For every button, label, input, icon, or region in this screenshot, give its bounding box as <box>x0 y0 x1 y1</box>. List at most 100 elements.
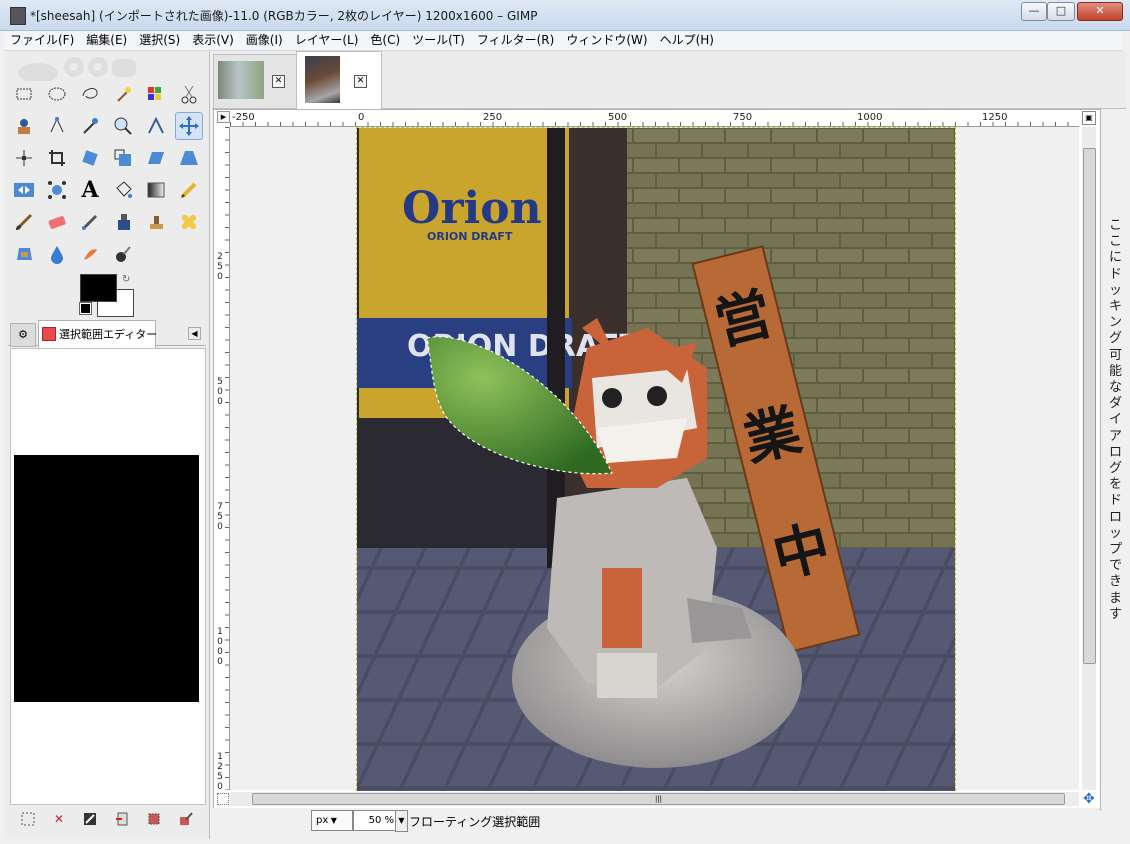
free-select-icon[interactable] <box>76 80 104 108</box>
unit-select[interactable]: px ▼ <box>311 810 353 831</box>
invert-selection-icon[interactable] <box>82 811 98 827</box>
poster-subtitle: ORION DRAFT <box>427 230 513 243</box>
menu-layer[interactable]: レイヤー(L) <box>289 31 365 50</box>
status-message: フローティング選択範囲 <box>409 815 541 829</box>
ruler-label: 0 <box>358 112 365 123</box>
menu-edit[interactable]: 編集(E) <box>80 31 133 50</box>
rect-select-icon[interactable] <box>10 80 38 108</box>
menu-tools[interactable]: ツール(T) <box>406 31 471 50</box>
unit-value: px <box>316 815 329 826</box>
menu-image[interactable]: 画像(I) <box>240 31 289 50</box>
selection-editor-label: 選択範囲エディター <box>59 328 158 341</box>
zoom-input[interactable]: 50 % <box>353 810 399 831</box>
menu-filters[interactable]: フィルター(R) <box>471 31 560 50</box>
paintbrush-icon[interactable] <box>10 208 38 236</box>
minimize-button[interactable]: — <box>1021 2 1047 21</box>
fuzzy-select-icon[interactable] <box>109 80 137 108</box>
menu-arrow-icon[interactable]: ▶ <box>217 111 230 123</box>
menu-help[interactable]: ヘルプ(H) <box>654 31 720 50</box>
image-canvas[interactable]: Orion ORION DRAFT ORION DRAFT 営 業 中 <box>356 127 956 791</box>
vertical-scroll-thumb[interactable] <box>1083 148 1096 664</box>
ruler-label: 250 <box>217 252 223 282</box>
blend-icon[interactable] <box>142 176 170 204</box>
chevron-down-icon[interactable]: ▼ <box>395 810 408 832</box>
bucket-fill-icon[interactable] <box>109 176 137 204</box>
thumbnail-1 <box>218 61 264 99</box>
close-tab-icon[interactable]: ✕ <box>272 75 285 88</box>
quick-mask-icon[interactable] <box>217 793 229 805</box>
ruler-label: 250 <box>483 112 503 123</box>
horizontal-scroll-thumb[interactable]: ||| <box>252 793 1065 805</box>
blur-icon[interactable] <box>43 240 71 268</box>
poster-brand: Orion <box>402 183 542 234</box>
default-colors-icon[interactable] <box>79 302 92 315</box>
select-all-icon[interactable] <box>20 811 36 827</box>
ruler-label: 1000 <box>217 627 223 667</box>
flip-icon[interactable] <box>10 176 38 204</box>
maximize-button[interactable]: □ <box>1047 2 1075 21</box>
paths-icon[interactable] <box>43 112 71 140</box>
scissors-icon[interactable] <box>175 80 203 108</box>
tool-options-tab[interactable]: ⚙ <box>10 323 36 347</box>
scale-icon[interactable] <box>109 144 137 172</box>
gimp-app-icon[interactable] <box>10 7 26 25</box>
close-button[interactable]: ✕ <box>1077 2 1123 21</box>
chevron-down-icon: ▼ <box>328 816 337 825</box>
ellipse-select-icon[interactable] <box>43 80 71 108</box>
ruler-label: 750 <box>217 502 223 532</box>
select-by-color-icon[interactable] <box>142 80 170 108</box>
selection-editor-icon <box>42 327 56 341</box>
menu-bar: ファイル(F) 編集(E) 選択(S) 表示(V) 画像(I) レイヤー(L) … <box>4 31 1122 51</box>
ruler-label: 500 <box>217 377 223 407</box>
foreground-color-swatch[interactable] <box>80 274 117 302</box>
menu-select[interactable]: 選択(S) <box>133 31 186 50</box>
ruler-label: 750 <box>733 112 753 123</box>
menu-windows[interactable]: ウィンドウ(W) <box>560 31 653 50</box>
zoom-icon[interactable] <box>109 112 137 140</box>
dock-menu-icon[interactable]: ◀ <box>188 327 201 340</box>
perspective-clone-icon[interactable] <box>10 240 38 268</box>
foreground-select-icon[interactable] <box>10 112 38 140</box>
perspective-icon[interactable] <box>175 144 203 172</box>
stroke-selection-icon[interactable] <box>178 811 194 827</box>
window-title: *[sheesah] (インポートされた画像)-11.0 (RGBカラー, 2枚… <box>30 9 538 23</box>
select-none-icon[interactable]: ✕ <box>51 811 67 827</box>
ruler-label: 500 <box>608 112 628 123</box>
maximize-icon: □ <box>1055 4 1067 17</box>
smudge-icon[interactable] <box>76 240 104 268</box>
ink-icon[interactable] <box>109 208 137 236</box>
zoom-image-icon[interactable]: ▣ <box>1082 111 1096 125</box>
ruler-label: -250 <box>232 112 255 123</box>
text-icon[interactable]: A <box>76 176 104 204</box>
rotate-icon[interactable] <box>76 144 104 172</box>
crop-icon[interactable] <box>43 144 71 172</box>
heal-icon[interactable] <box>175 208 203 236</box>
measure-icon[interactable] <box>142 112 170 140</box>
pencil-icon[interactable] <box>175 176 203 204</box>
menu-file[interactable]: ファイル(F) <box>4 31 80 50</box>
eraser-icon[interactable] <box>43 208 71 236</box>
clone-icon[interactable] <box>142 208 170 236</box>
align-icon[interactable] <box>10 144 38 172</box>
close-icon: ✕ <box>1095 4 1105 17</box>
shear-icon[interactable] <box>142 144 170 172</box>
save-to-channel-icon[interactable] <box>114 811 130 827</box>
selection-preview <box>14 455 199 702</box>
dodge-burn-icon[interactable] <box>109 240 137 268</box>
menu-colors[interactable]: 色(C) <box>364 31 406 50</box>
vertical-ruler[interactable] <box>215 127 230 790</box>
color-picker-icon[interactable] <box>76 112 104 140</box>
navigate-icon[interactable]: ✥ <box>1083 791 1095 807</box>
selection-to-path-icon[interactable] <box>146 811 162 827</box>
ruler-label: 1250 <box>982 112 1008 123</box>
dock-drop-hint: ここにドッキング可能なダイアログをドロップできます <box>1109 218 1123 622</box>
cage-transform-icon[interactable] <box>43 176 71 204</box>
airbrush-icon[interactable] <box>76 208 104 236</box>
menu-view[interactable]: 表示(V) <box>186 31 240 50</box>
canvas-photo: Orion ORION DRAFT ORION DRAFT 営 業 中 <box>357 128 955 791</box>
move-icon[interactable] <box>175 112 203 140</box>
close-tab-icon[interactable]: ✕ <box>354 75 367 88</box>
thumbnail-2 <box>305 56 340 103</box>
swap-colors-icon[interactable]: ↻ <box>122 274 130 285</box>
wilber-drop-area[interactable] <box>16 55 186 81</box>
